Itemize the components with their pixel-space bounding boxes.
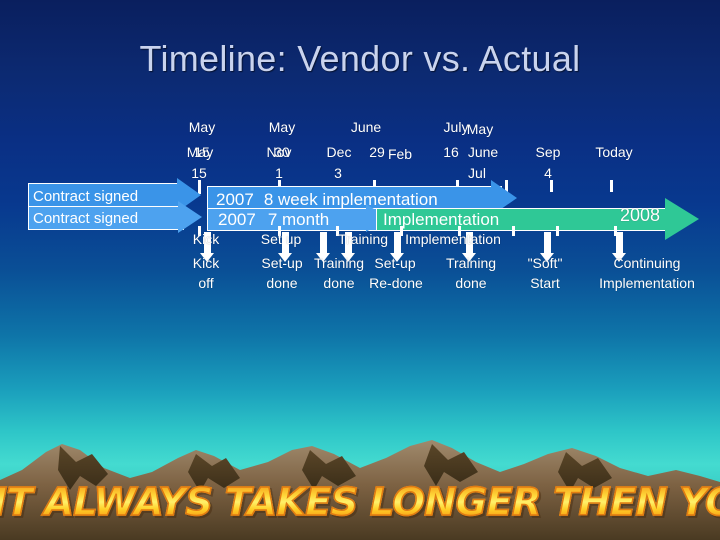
vendor-date-month-1: May (268, 119, 296, 135)
vendor-bar-label: 8 week implementation (263, 189, 438, 209)
actual-date-today-label: Today (595, 144, 633, 160)
actual-milestone-2-line1: Training (313, 255, 365, 271)
actual-milestone-3-line1: Set-up (374, 255, 416, 271)
actual-implementation-bar-blue: 2007 7 month (207, 208, 379, 231)
actual-tick-5 (512, 226, 515, 236)
actual-date-month-3: Feb (387, 146, 413, 162)
vendor-milestone-3-line1: Implementation (405, 231, 501, 247)
vendor-tick-6 (610, 180, 613, 192)
actual-date-month-4: May (466, 121, 494, 137)
vendor-contract-signed-label: Contract signed (33, 187, 139, 205)
vendor-milestone-2-line1: Training (337, 231, 389, 247)
vendor-date-month-2: June (350, 119, 382, 135)
actual-date-month-7: Sep (535, 144, 561, 160)
actual-milestone-0-line2: off (198, 275, 214, 291)
vendor-date-month-0: May (188, 119, 216, 135)
vendor-milestone-0-line1: Kick (192, 231, 220, 247)
slide-canvas: Timeline: Vendor vs. Actual May 15 May 3… (0, 0, 720, 540)
actual-milestone-1-line2: done (266, 275, 298, 291)
actual-milestone-3-line2: Re-done (369, 275, 423, 291)
actual-milestone-4-line1: Training (445, 255, 497, 271)
actual-date-month-2: Dec (326, 144, 352, 160)
actual-date-day-1: 1 (275, 165, 283, 181)
actual-tick-6 (556, 226, 559, 236)
actual-date-month-0: May (186, 144, 214, 160)
actual-bar-green-arrowhead (665, 198, 699, 240)
tagline-wordart: IT ALWAYS TAKES LONGER THEN YOU THINK (0, 479, 720, 525)
page-title: Timeline: Vendor vs. Actual (139, 38, 581, 79)
actual-bar-year: 2007 (218, 209, 256, 229)
actual-milestone-6-line2: Implementation (599, 275, 695, 291)
actual-milestone-5-line2: Start (530, 275, 560, 291)
actual-date-day-7: 4 (544, 165, 552, 181)
actual-milestone-0-line1: Kick (192, 255, 220, 271)
actual-date-month-1: Nov (266, 144, 292, 160)
milestone-pointer-2 (316, 232, 330, 262)
actual-milestone-6-line1: Continuing (613, 255, 681, 271)
actual-contract-signed-arrow: Contract signed (28, 206, 184, 230)
vendor-bar-year: 2007 (216, 189, 254, 209)
actual-milestone-4-line2: done (455, 275, 487, 291)
actual-date-month-6: Jul (468, 165, 486, 181)
vendor-milestone-1-line1: Set up (260, 231, 302, 247)
milestone-pointer-7 (612, 232, 626, 262)
tagline-text: IT ALWAYS TAKES LONGER THEN YOU THINK (0, 479, 720, 525)
vendor-date-day-3: 16 (443, 144, 459, 160)
actual-date-month-5: June (467, 144, 499, 160)
milestone-pointer-6 (540, 232, 554, 262)
actual-date-day-2: 3 (334, 165, 342, 181)
actual-milestone-1-line1: Set-up (261, 255, 303, 271)
vendor-tick-5 (550, 180, 553, 192)
actual-milestone-5-line1: "Soft" (527, 255, 563, 271)
actual-contract-signed-label: Contract signed (33, 209, 139, 227)
